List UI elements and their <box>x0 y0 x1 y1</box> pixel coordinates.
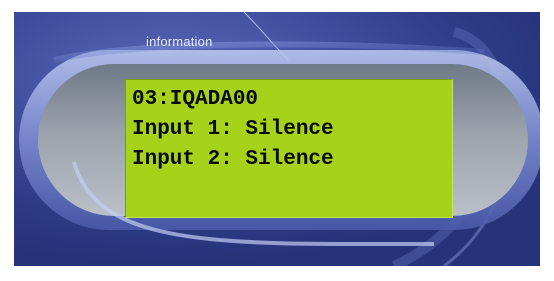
device-screen: information 03:IQADA00 Input 1: Silence … <box>0 0 554 281</box>
information-panel: information 03:IQADA00 Input 1: Silence … <box>14 12 540 266</box>
lcd-line-input-1-status: Input 1: Silence <box>132 118 334 141</box>
lcd-display: 03:IQADA00 Input 1: Silence Input 2: Sil… <box>125 79 453 218</box>
lcd-line-device-id: 03:IQADA00 <box>132 88 259 111</box>
lcd-line-input-2-status: Input 2: Silence <box>132 148 334 171</box>
panel-title: information <box>146 34 213 49</box>
